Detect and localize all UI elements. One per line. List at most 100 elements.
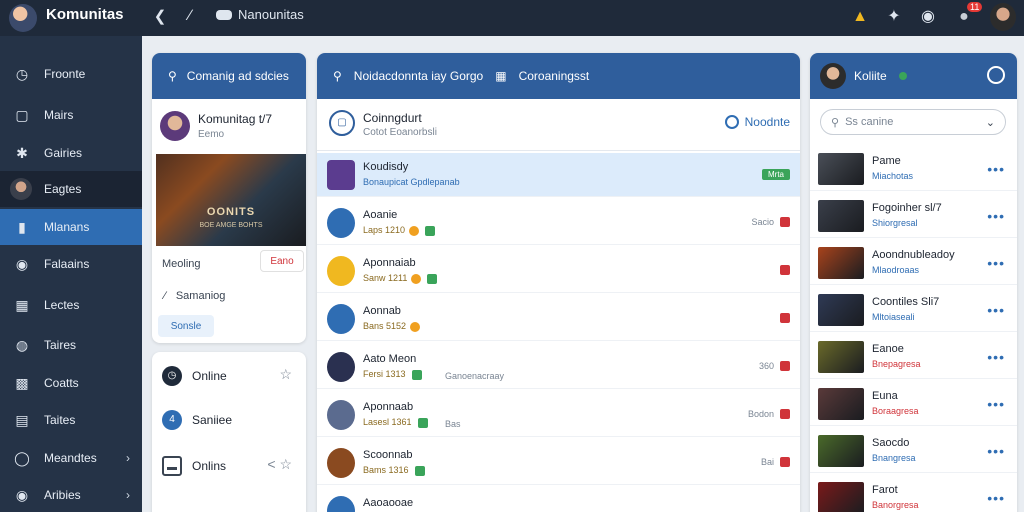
clock-icon: ◷ xyxy=(162,366,182,386)
more-icon[interactable]: ••• xyxy=(987,443,1005,459)
search-icon: ⚲ xyxy=(831,116,840,129)
nav-star-icon[interactable]: < ☆ xyxy=(267,456,292,473)
alert-icon[interactable]: ▲ xyxy=(850,7,870,27)
activity-header: Noidacdonnta iay Gorgo xyxy=(353,69,484,83)
more-icon[interactable]: ••• xyxy=(987,302,1005,318)
row-meta: Bas xyxy=(445,419,461,429)
message-icon: ▤ xyxy=(15,412,29,428)
row-desc-text: Bams 1316 xyxy=(363,465,409,475)
activity-row[interactable]: Scoonnab Bams 1316 Bai xyxy=(317,441,800,485)
row-avatar xyxy=(327,352,355,382)
puzzle-icon[interactable]: ✦ xyxy=(884,7,904,27)
sidebar-item-eagtes[interactable]: Eagtes xyxy=(0,171,142,207)
game-thumbnail xyxy=(818,294,864,326)
status-item-label: Saniiee xyxy=(192,413,233,427)
community-header[interactable]: Komunitag t/7 Eemo xyxy=(160,111,272,141)
status-item-onlins[interactable]: ▬ Onlins xyxy=(162,456,226,476)
sidebar-item-coatts[interactable]: ▩ Coatts xyxy=(0,365,142,401)
activity-sub-button[interactable]: Noodnte xyxy=(724,115,790,129)
sidebar-item-label: Froonte xyxy=(44,67,86,81)
sidebar-item-froonte[interactable]: ◷ Froonte xyxy=(0,56,142,92)
sidebar-item-meandtes[interactable]: ◯ Meandtes › xyxy=(0,440,142,476)
status-item-saniiee[interactable]: 4 Saniiee xyxy=(162,410,232,430)
summary-button[interactable]: Sonsle xyxy=(158,315,214,337)
chat-icon: ▢ xyxy=(329,110,355,136)
top-center[interactable]: Nanounitas xyxy=(216,7,304,22)
summary-row: ∕ Samaniog xyxy=(164,290,225,302)
friend-row[interactable]: Saocdo Bnangresa ••• xyxy=(810,429,1017,473)
sidebar-item-label: Lectes xyxy=(44,298,80,312)
activity-search[interactable]: ⚲ Noidacdonnta iay Gorgo ▦ Coroaningsst xyxy=(317,53,800,99)
mail-icon: ▢ xyxy=(15,107,29,123)
top-center-label: Nanounitas xyxy=(238,7,304,22)
row-right xyxy=(774,265,790,275)
compass-icon[interactable]: ◉ xyxy=(918,7,938,27)
sidebar-item-taites[interactable]: ▤ Taites xyxy=(0,402,142,438)
heart-icon[interactable] xyxy=(780,217,790,227)
friends-avatar xyxy=(820,63,846,89)
activity-row[interactable]: Aonnab Bans 5152 xyxy=(317,297,800,341)
sidebar-item-label: Mlanans xyxy=(44,220,90,234)
activity-row[interactable]: Aato Meon Fersi 1313 Ganoenacraay 360 xyxy=(317,345,800,389)
community-banner[interactable]: OONITS BOE AMGE BOHTS xyxy=(156,154,306,246)
row-right xyxy=(774,313,790,323)
friends-header: Koliite xyxy=(810,53,1017,99)
sidebar-item-mlanans[interactable]: ▮ Mlanans xyxy=(0,209,142,245)
row-avatar xyxy=(327,400,355,430)
friend-row[interactable]: Fogoinher sl/7 Shiorgresal ••• xyxy=(810,194,1017,238)
friend-row[interactable]: Aoondnubleadoy Mlaodroaas ••• xyxy=(810,241,1017,285)
compass-icon[interactable] xyxy=(987,66,1005,84)
activity-row[interactable]: Aponnaiab Sanw 1211 xyxy=(317,249,800,293)
friend-row[interactable]: Coontiles Sli7 Mltoiaseali ••• xyxy=(810,288,1017,332)
activity-row[interactable]: Aoanie Laps 1210 Sacio xyxy=(317,201,800,245)
friend-title: Saocdo xyxy=(872,437,910,449)
friend-row[interactable]: Euna Boraagresa ••• xyxy=(810,382,1017,426)
heart-icon[interactable] xyxy=(780,409,790,419)
star-icon[interactable]: ☆ xyxy=(279,366,292,383)
activity-row[interactable]: Koudisdy Bonaupicat Gpdlepanab Mrta xyxy=(317,153,800,197)
row-title: Aponnaiab xyxy=(363,257,416,269)
heart-icon[interactable] xyxy=(780,265,790,275)
friend-row[interactable]: Eanoe Bnepagresa ••• xyxy=(810,335,1017,379)
row-title: Aaoaooae xyxy=(363,497,414,509)
heart-icon[interactable] xyxy=(780,361,790,371)
friend-row[interactable]: Pame Miachotas ••• xyxy=(810,147,1017,191)
sidebar-item-label: Taires xyxy=(44,338,77,352)
row-desc-text: Laps 1210 xyxy=(363,225,406,235)
friends-filter-select[interactable]: ⚲ Ss canine ⌄ xyxy=(820,109,1006,135)
gauge-icon: ◍ xyxy=(15,337,29,353)
more-icon[interactable]: ••• xyxy=(987,161,1005,177)
coin-icon xyxy=(409,225,420,236)
sidebar-item-mairs[interactable]: ▢ Mairs xyxy=(0,97,142,133)
activity-header-extra: Coroaningsst xyxy=(518,69,590,83)
more-icon[interactable]: ••• xyxy=(987,396,1005,412)
sidebar-item-falaains[interactable]: ◉ Falaains xyxy=(0,246,142,282)
heart-icon[interactable] xyxy=(780,457,790,467)
friend-row[interactable]: Farot Banorgresa ••• xyxy=(810,476,1017,512)
list-icon: ▦ xyxy=(495,69,507,83)
user-avatar[interactable] xyxy=(990,3,1016,31)
people-icon: ▦ xyxy=(15,297,29,313)
sidebar: ◷ Froonte ▢ Mairs ✱ Gairies Eagtes ▮ Mlanans… xyxy=(0,36,142,512)
gamepad-icon xyxy=(216,9,232,20)
status-item-online[interactable]: ◷ Online xyxy=(162,366,227,386)
more-icon[interactable]: ••• xyxy=(987,255,1005,271)
meeting-button[interactable]: Eano xyxy=(260,250,304,272)
activity-row[interactable]: Aponnaab Lasesl 1361 Bas Bodon xyxy=(317,393,800,437)
heart-icon[interactable] xyxy=(780,313,790,323)
sidebar-item-label: Eagtes xyxy=(44,182,82,196)
activity-row[interactable]: AaoaooaeBawns 1316 xyxy=(317,489,800,512)
community-avatar xyxy=(160,111,190,141)
forward-icon[interactable]: ∕ xyxy=(180,7,200,24)
sidebar-item-aribies[interactable]: ◉ Aribies › xyxy=(0,477,142,512)
row-desc-text: Bonaupicat Gpdlepanab xyxy=(363,177,460,187)
shield-icon: ▮ xyxy=(18,219,26,235)
community-search[interactable]: ⚲ Comanig ad sdcies xyxy=(152,53,306,99)
more-icon[interactable]: ••• xyxy=(987,349,1005,365)
sidebar-item-gairies[interactable]: ✱ Gairies xyxy=(0,135,142,171)
sidebar-item-lectes[interactable]: ▦ Lectes xyxy=(0,287,142,323)
back-icon[interactable]: ❮ xyxy=(150,7,170,25)
more-icon[interactable]: ••• xyxy=(987,208,1005,224)
more-icon[interactable]: ••• xyxy=(987,490,1005,506)
sidebar-item-taires[interactable]: ◍ Taires xyxy=(0,327,142,363)
